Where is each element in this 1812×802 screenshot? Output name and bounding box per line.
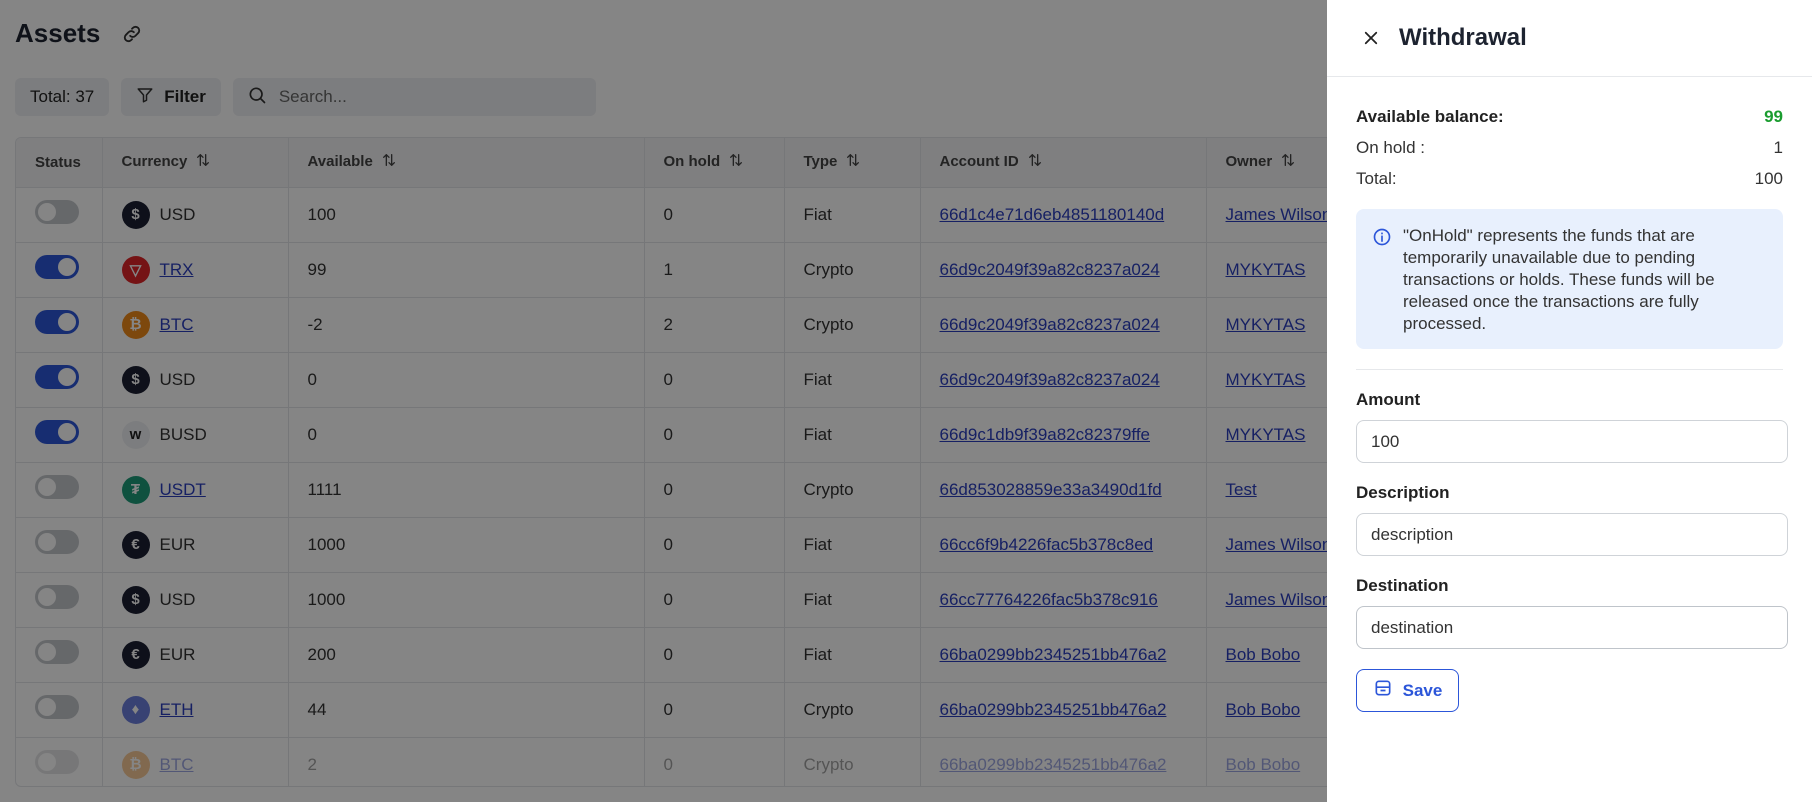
available-balance-row: Available balance: 99 (1356, 101, 1783, 132)
on-hold-label: On hold : (1356, 137, 1425, 157)
drawer-header: Withdrawal (1327, 0, 1812, 77)
description-input[interactable] (1371, 524, 1773, 545)
withdrawal-drawer: Withdrawal Available balance: 99 On hold… (1327, 0, 1812, 802)
drawer-body: Available balance: 99 On hold : 1 Total:… (1327, 101, 1812, 712)
destination-field[interactable] (1356, 606, 1788, 649)
save-icon (1373, 678, 1393, 703)
destination-input[interactable] (1371, 617, 1773, 638)
close-icon[interactable] (1359, 26, 1383, 50)
on-hold-value: 1 (1773, 137, 1783, 157)
total-row: Total: 100 (1356, 163, 1783, 194)
total-label: Total: (1356, 168, 1397, 188)
divider (1356, 369, 1783, 370)
available-balance-value: 99 (1764, 106, 1783, 126)
description-label: Description (1356, 483, 1450, 502)
total-value: 100 (1754, 168, 1783, 188)
amount-input[interactable] (1371, 431, 1773, 452)
amount-label: Amount (1356, 390, 1421, 409)
on-hold-row: On hold : 1 (1356, 132, 1783, 163)
info-icon (1372, 227, 1392, 335)
info-text: "OnHold" represents the funds that are t… (1403, 226, 1715, 333)
destination-label: Destination (1356, 576, 1449, 595)
save-button[interactable]: Save (1356, 669, 1459, 712)
available-balance-label: Available balance: (1356, 106, 1504, 126)
modal-backdrop[interactable] (0, 0, 1327, 802)
onhold-info-box: "OnHold" represents the funds that are t… (1356, 209, 1783, 349)
save-label: Save (1402, 680, 1443, 700)
drawer-title: Withdrawal (1399, 24, 1527, 51)
description-field[interactable] (1356, 513, 1788, 556)
amount-field[interactable] (1356, 420, 1788, 463)
